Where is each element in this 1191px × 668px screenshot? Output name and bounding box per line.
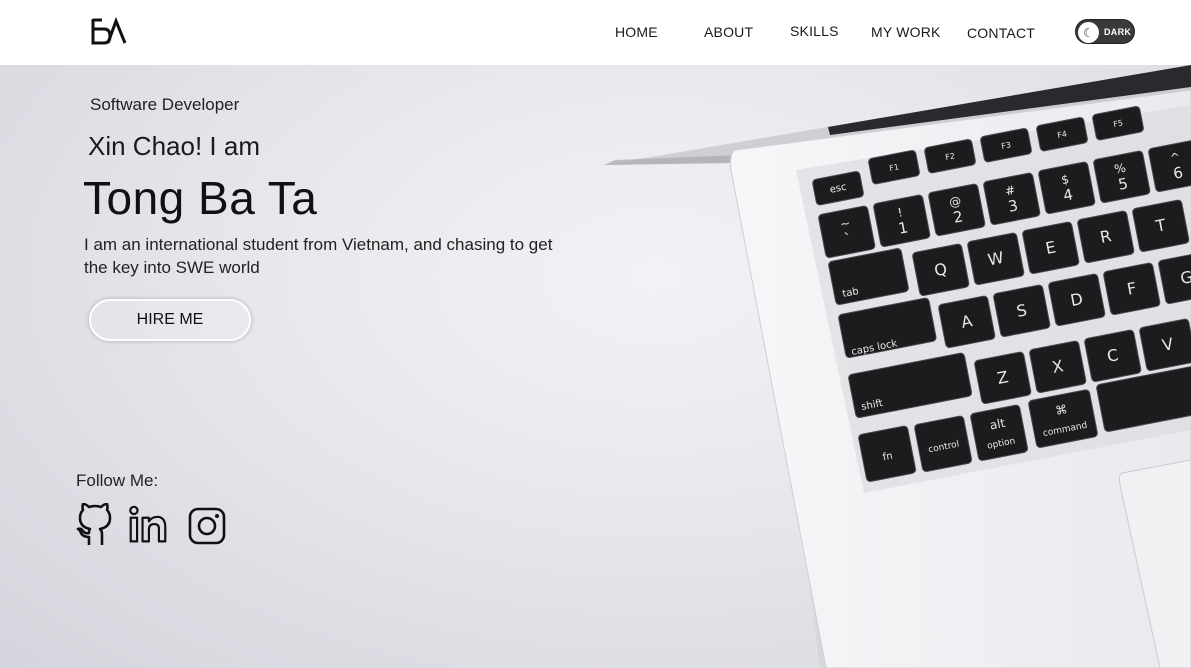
key-num-5: 5%: [1093, 150, 1151, 204]
key-num-6-cap: [1148, 139, 1191, 193]
key-d: D: [1048, 273, 1106, 327]
key-option-sublabel: alt: [989, 416, 1007, 433]
key-f: F: [1103, 262, 1161, 316]
nav-home[interactable]: HOME: [615, 24, 658, 40]
moon-icon: ☾: [1083, 25, 1094, 40]
github-icon[interactable]: [75, 503, 115, 547]
key-num-4: 4$: [1038, 161, 1096, 215]
navbar: HOME ABOUT SKILLS MY WORK CONTACT ☾ DARK: [0, 0, 1191, 65]
key-f3-label: F3: [1001, 140, 1012, 151]
key-s: S: [993, 284, 1051, 338]
linkedin-icon[interactable]: [128, 503, 168, 547]
key-c: C: [1084, 329, 1142, 383]
key-z: Z: [974, 351, 1032, 405]
hero-description: I am an international student from Vietn…: [84, 235, 553, 277]
hero-greeting: Xin Chao! I am: [88, 131, 260, 161]
key-fn: fn: [858, 425, 917, 482]
theme-toggle-label: DARK: [1104, 27, 1132, 37]
key-option-cap: [970, 404, 1029, 461]
instagram-icon[interactable]: [188, 507, 226, 545]
brand-logo[interactable]: [90, 17, 128, 45]
key-e: E: [1022, 221, 1080, 275]
hero-name: Tong Ba Ta: [83, 172, 318, 224]
key-num-0: `~: [818, 205, 876, 259]
key-f2-label: F2: [945, 151, 956, 162]
nav-about[interactable]: ABOUT: [704, 24, 753, 40]
nav-skills[interactable]: SKILLS: [790, 23, 839, 39]
key-num-6: 6^: [1148, 139, 1191, 193]
key-option: optionalt: [970, 404, 1029, 461]
hire-me-button[interactable]: HIRE ME: [89, 299, 251, 341]
key-r: R: [1077, 210, 1135, 264]
key-x: X: [1029, 340, 1087, 394]
key-control: control: [914, 415, 973, 472]
key-num-1: 1!: [873, 194, 931, 248]
theme-toggle[interactable]: ☾ DARK: [1075, 19, 1135, 44]
key-f5-label: F5: [1113, 118, 1124, 129]
key-t: T: [1132, 199, 1190, 253]
key-f1-label: F1: [889, 162, 900, 173]
hero-subtitle: Software Developer: [90, 95, 240, 114]
toggle-knob: ☾: [1078, 22, 1099, 43]
key-v: V: [1139, 318, 1191, 372]
nav-my-work[interactable]: MY WORK: [871, 24, 941, 40]
key-fn-label: fn: [882, 451, 894, 464]
key-num-2: 2@: [928, 183, 986, 237]
key-q: Q: [912, 243, 970, 297]
key-f4-label: F4: [1057, 129, 1068, 140]
nav-contact[interactable]: CONTACT: [967, 25, 1035, 41]
key-num-3: 3#: [983, 172, 1041, 226]
follow-heading: Follow Me:: [76, 471, 159, 490]
key-a: A: [938, 295, 996, 349]
key-w: W: [967, 232, 1025, 286]
hero-section: esc F1 F2 F3 F4 F5 ` ~1! 2 @3 #4 $5% 6 ^ tab Q W E R Tcaps …: [0, 65, 1191, 668]
